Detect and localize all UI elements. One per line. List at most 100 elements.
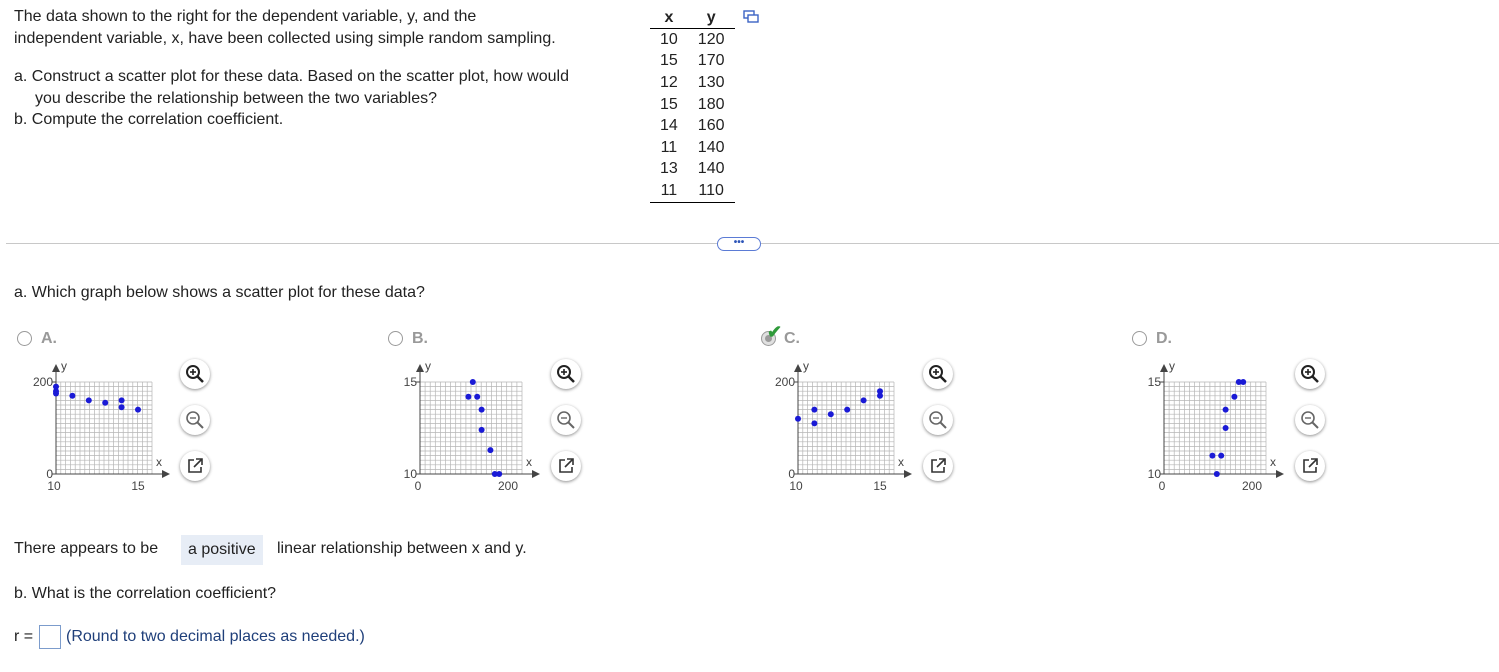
- table-row: 15 170: [650, 51, 735, 73]
- table-row: 12 130: [650, 72, 735, 94]
- option-d-zoom-out-button[interactable]: [1295, 405, 1325, 435]
- option-b-popout-button[interactable]: [551, 451, 581, 481]
- part-b-prompt: b. What is the correlation coefficient?: [14, 585, 277, 602]
- question-text: The data shown to the right for the depe…: [14, 6, 569, 131]
- option-b-radio[interactable]: [388, 331, 403, 346]
- r-label: r =: [14, 628, 34, 645]
- x-tick-label: 15: [873, 479, 887, 493]
- option-d-graph: x y 0 200 10 15: [1148, 359, 1284, 493]
- option-b-zoom-out-button[interactable]: [551, 405, 581, 435]
- option-c-zoom-in-button[interactable]: [923, 359, 953, 389]
- cell-x: 14: [660, 117, 678, 135]
- table-row: 14 160: [650, 115, 735, 137]
- option-c-popout-button[interactable]: [923, 451, 953, 481]
- r-answer-input[interactable]: [39, 625, 61, 649]
- relationship-prefix: There appears to be: [14, 540, 159, 557]
- data-point: [118, 397, 125, 404]
- data-point: [1240, 379, 1247, 385]
- y-tick-label: 200: [775, 375, 795, 389]
- cell-x: 15: [660, 52, 678, 70]
- x-tick-label: 200: [498, 479, 518, 493]
- table-row: 11 110: [650, 180, 735, 203]
- option-d-zoom-in-button[interactable]: [1295, 359, 1325, 389]
- data-point: [795, 415, 801, 422]
- x-axis-arrow: [904, 470, 912, 478]
- x-tick-label: 200: [1242, 479, 1262, 493]
- y-tick-label: 10: [1148, 467, 1162, 481]
- data-point: [118, 404, 125, 411]
- option-b-label: B.: [412, 330, 428, 347]
- part-b-text: b. Compute the correlation coefficient.: [14, 111, 284, 128]
- option-c-zoom-out-button[interactable]: [923, 405, 953, 435]
- data-point: [474, 393, 481, 400]
- data-point: [53, 390, 59, 397]
- option-a-graph: xy10 150200: [33, 359, 170, 493]
- data-point: [844, 406, 851, 413]
- intro-line-1: The data shown to the right for the depe…: [14, 8, 477, 25]
- option-b-zoom-in-button[interactable]: [551, 359, 581, 389]
- x-axis-label: x: [526, 455, 532, 469]
- data-point: [496, 471, 503, 477]
- round-note: (Round to two decimal places as needed.): [66, 628, 365, 645]
- col-header-y: y: [687, 6, 735, 29]
- data-table: x y 10 120 15 170 12 130 15 180 14 160 11 140 13 140 1…: [650, 6, 735, 203]
- x-axis-arrow: [162, 470, 170, 478]
- option-a-zoom-in-button[interactable]: [180, 359, 210, 389]
- x-tick-label: 15: [131, 479, 145, 493]
- part-a-line-2: you describe the relationship between th…: [35, 89, 438, 107]
- option-a-popout-button[interactable]: [180, 451, 210, 481]
- cell-x: 11: [650, 180, 688, 203]
- option-b-graph: x y 0 200 10 15: [404, 359, 540, 493]
- correct-check-icon: ✔: [767, 322, 783, 342]
- cell-y: 170: [697, 52, 725, 70]
- plot-grid: [1163, 381, 1267, 475]
- option-a-label: A.: [41, 330, 57, 347]
- data-point: [85, 397, 92, 404]
- cell-y: 130: [697, 73, 725, 91]
- x-tick-label: 0: [1159, 479, 1166, 493]
- data-point: [469, 379, 476, 385]
- option-c-label: C.: [784, 330, 800, 347]
- relationship-answer-dropdown[interactable]: a positive: [181, 535, 263, 565]
- cell-y: 180: [697, 95, 725, 113]
- data-point: [827, 411, 834, 418]
- data-point: [465, 393, 472, 400]
- cell-x: 13: [660, 160, 678, 178]
- y-axis-arrow: [52, 364, 60, 372]
- x-tick-label: 10: [789, 479, 803, 493]
- data-point: [1213, 471, 1220, 477]
- data-point: [487, 447, 494, 454]
- cell-y: 120: [697, 30, 725, 48]
- y-tick-label: 15: [404, 375, 418, 389]
- cell-x: 11: [660, 138, 678, 156]
- col-header-x: x: [650, 6, 688, 29]
- part-a-line-1: a. Construct a scatter plot for these da…: [14, 68, 569, 85]
- y-axis-arrow: [416, 364, 424, 372]
- x-axis-arrow: [1276, 470, 1284, 478]
- relationship-suffix: linear relationship between x and y.: [277, 540, 527, 557]
- y-axis-label: y: [1169, 359, 1175, 373]
- data-point: [1218, 452, 1225, 459]
- option-a-zoom-out-button[interactable]: [180, 405, 210, 435]
- y-tick-label: 15: [1148, 375, 1162, 389]
- intro-line-2: independent variable, x, have been colle…: [14, 29, 556, 47]
- data-point: [811, 406, 818, 413]
- data-point: [877, 388, 883, 395]
- data-point: [69, 392, 76, 399]
- copy-table-icon[interactable]: [743, 10, 759, 29]
- data-point: [1222, 425, 1229, 431]
- data-point: [478, 426, 485, 433]
- table-row: 10 120: [650, 29, 735, 51]
- cell-y: 160: [697, 117, 725, 135]
- table-row: 15 180: [650, 94, 735, 116]
- option-d-popout-button[interactable]: [1295, 451, 1325, 481]
- x-axis-label: x: [1270, 455, 1276, 469]
- option-d-radio[interactable]: [1132, 331, 1147, 346]
- table-row: 13 140: [650, 159, 735, 181]
- expand-more-button[interactable]: •••: [717, 237, 761, 251]
- data-point: [860, 397, 867, 404]
- x-axis-label: x: [156, 455, 162, 469]
- data-point: [811, 420, 818, 427]
- option-a-radio[interactable]: [17, 331, 32, 346]
- y-tick-label: 200: [33, 375, 53, 389]
